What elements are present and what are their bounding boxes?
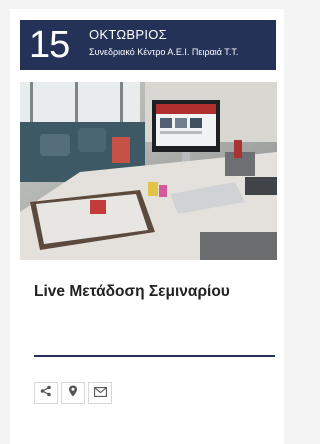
divider <box>34 355 275 357</box>
event-title[interactable]: Live Μετάδοση Σεμιναρίου <box>34 283 230 301</box>
event-day: 15 <box>29 24 70 66</box>
event-month: ΟΚΤΩΒΡΙΟΣ <box>89 27 168 42</box>
event-image[interactable] <box>20 82 277 260</box>
envelope-icon <box>93 384 107 402</box>
event-venue: Συνεδριακό Κέντρο Α.Ε.Ι. Πειραιά Τ.Τ. <box>89 47 239 57</box>
email-button[interactable] <box>88 382 112 404</box>
share-icon <box>40 384 52 402</box>
location-button[interactable] <box>61 382 85 404</box>
action-bar <box>34 382 112 404</box>
event-card: 15 ΟΚΤΩΒΡΙΟΣ Συνεδριακό Κέντρο Α.Ε.Ι. Πε… <box>10 9 284 444</box>
date-banner: 15 ΟΚΤΩΒΡΙΟΣ Συνεδριακό Κέντρο Α.Ε.Ι. Πε… <box>20 20 276 70</box>
share-button[interactable] <box>34 382 58 404</box>
location-pin-icon <box>68 384 78 402</box>
